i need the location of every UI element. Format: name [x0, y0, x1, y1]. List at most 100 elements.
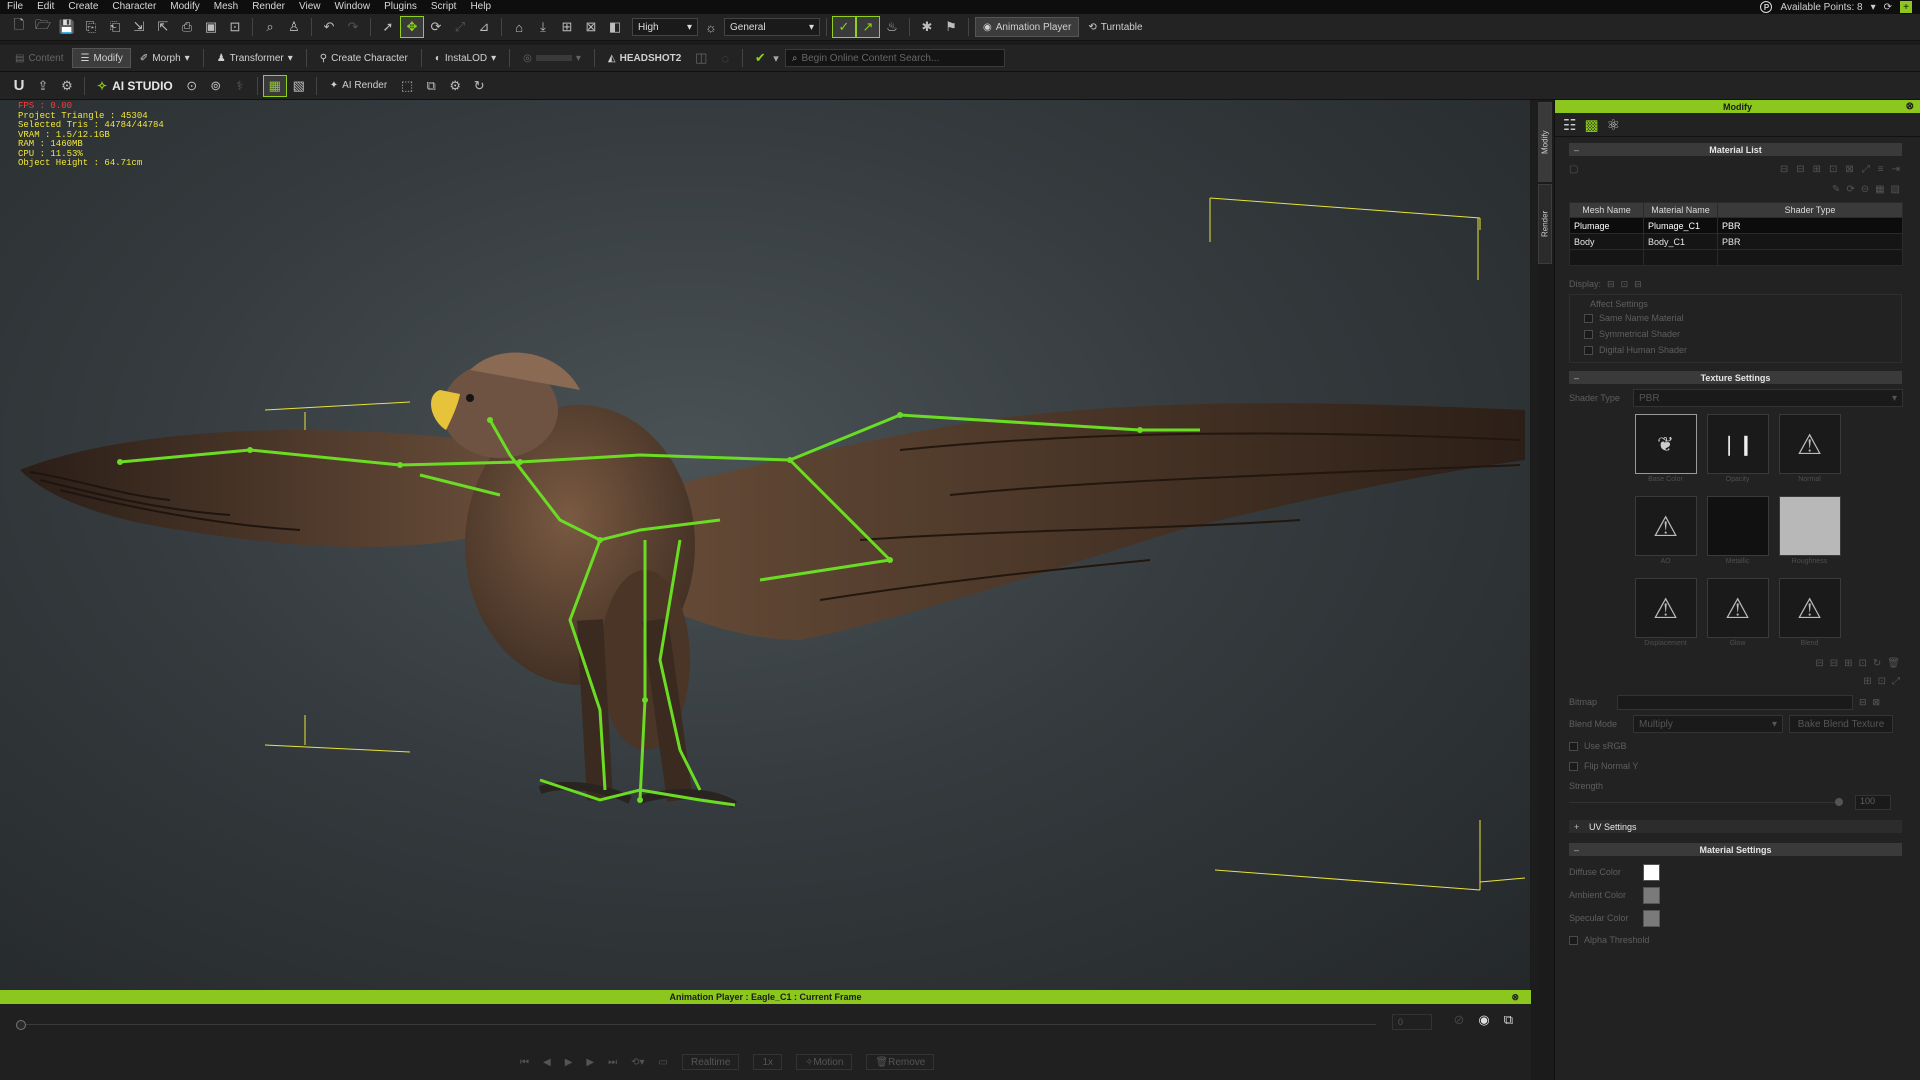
- plugin-icon[interactable]: ✔: [749, 48, 771, 68]
- strength-value[interactable]: 100: [1855, 794, 1891, 810]
- texture-slot-ao[interactable]: ⚠ AO: [1634, 496, 1697, 568]
- 3d-viewport[interactable]: FPS : 0.00 Project Triangle : 45304 Sele…: [0, 100, 1530, 990]
- texture-settings-icon[interactable]: ⊞: [1863, 676, 1871, 687]
- texture-slot-metallic[interactable]: Metallic: [1706, 496, 1769, 568]
- texture-channel-icon[interactable]: ⊡: [1878, 676, 1886, 687]
- texture-slot-displacement[interactable]: ⚠ Displacement: [1634, 578, 1697, 650]
- upload-icon[interactable]: ⇪: [32, 76, 54, 96]
- same-name-material-option[interactable]: Same Name Material: [1570, 310, 1901, 326]
- checkbox[interactable]: [1584, 345, 1593, 355]
- close-icon[interactable]: ⊗: [1511, 992, 1519, 1003]
- material-list-header[interactable]: – Material List: [1569, 143, 1902, 156]
- realtime-select[interactable]: Realtime: [681, 1054, 740, 1070]
- camera-icon[interactable]: ⊘: [1453, 1012, 1464, 1028]
- list-icon[interactable]: ≡: [1878, 164, 1884, 175]
- ai-tool-icon[interactable]: ⚕: [229, 76, 251, 96]
- render-video-icon[interactable]: ⧉: [420, 76, 442, 96]
- material-library-icon[interactable]: ▢: [1569, 164, 1578, 175]
- open-folder-icon[interactable]: 🗁: [32, 17, 54, 37]
- symmetrical-shader-option[interactable]: Symmetrical Shader: [1570, 326, 1901, 342]
- redo-icon[interactable]: ↷: [342, 17, 364, 37]
- texture-slot-normal[interactable]: ⚠ Normal: [1778, 414, 1841, 486]
- menu-render[interactable]: Render: [245, 0, 292, 14]
- menu-help[interactable]: Help: [463, 0, 498, 14]
- use-srgb-option[interactable]: Use sRGB: [1555, 738, 1920, 754]
- tab-modify[interactable]: Modify: [1538, 102, 1552, 182]
- new-file-icon[interactable]: 🗋: [8, 17, 30, 37]
- table-row[interactable]: Plumage Plumage_C1 PBR: [1569, 217, 1903, 234]
- render-image-icon[interactable]: ⬚: [396, 76, 418, 96]
- table-row[interactable]: Body Body_C1 PBR: [1569, 233, 1903, 250]
- render-refresh-icon[interactable]: ↻: [468, 76, 490, 96]
- timeline-scrubber[interactable]: [16, 1020, 26, 1030]
- display-dropdown-icon[interactable]: ⊟: [1607, 279, 1615, 290]
- create-character-button[interactable]: ⚲ Create Character: [313, 48, 415, 68]
- bitmap-field[interactable]: [1617, 694, 1853, 710]
- bitmap-load-icon[interactable]: ⊟: [1859, 697, 1867, 708]
- motion-capture-icon[interactable]: ⊚: [205, 76, 227, 96]
- export-obj-icon[interactable]: ⎙: [176, 17, 198, 37]
- specular-color-swatch[interactable]: [1643, 909, 1660, 927]
- ai-render-button[interactable]: ✦ AI Render: [323, 76, 394, 96]
- scale-gizmo-icon[interactable]: ⤢: [449, 17, 471, 37]
- flip-icon[interactable]: ⊞: [1844, 658, 1852, 669]
- eagle-model[interactable]: [0, 100, 1530, 990]
- checkbox[interactable]: [1569, 741, 1578, 751]
- metallic-texture-thumb[interactable]: [1706, 496, 1769, 556]
- save-icon[interactable]: 💾: [56, 17, 78, 37]
- render-settings-icon[interactable]: ⚙: [444, 76, 466, 96]
- grid-icon[interactable]: ⊠: [580, 17, 602, 37]
- menu-file[interactable]: File: [0, 0, 30, 14]
- menu-create[interactable]: Create: [61, 0, 105, 14]
- step-forward-icon[interactable]: ▶: [586, 1057, 594, 1068]
- expand-icon[interactable]: ⤢: [1862, 164, 1870, 175]
- substance-button[interactable]: ◎ ▾: [516, 48, 588, 68]
- blend-mode-select[interactable]: Multiply ▾: [1633, 715, 1783, 733]
- u-logo-icon[interactable]: U: [8, 77, 30, 94]
- menu-character[interactable]: Character: [105, 0, 163, 14]
- frame-input[interactable]: 0: [1392, 1014, 1432, 1030]
- texture-settings-header[interactable]: – Texture Settings: [1569, 371, 1902, 384]
- bitmap-clear-icon[interactable]: ⊠: [1873, 697, 1881, 708]
- edit-icon[interactable]: ✎: [1832, 184, 1840, 195]
- warning-icon[interactable]: ⚠: [1634, 578, 1697, 638]
- mode-select[interactable]: General ▾: [724, 18, 820, 36]
- smart-search-icon[interactable]: ⌕: [259, 17, 281, 37]
- ik-fk-icon[interactable]: ↗: [856, 16, 880, 38]
- modify-button[interactable]: ☰ Modify: [72, 48, 131, 68]
- speed-select[interactable]: 1x: [753, 1054, 782, 1070]
- close-icon[interactable]: ⊗: [1906, 101, 1914, 112]
- chevron-down-icon[interactable]: ▾: [773, 52, 779, 65]
- load-texture-icon[interactable]: ⊟: [1815, 658, 1823, 669]
- collapse-list-icon[interactable]: ⇥: [1892, 164, 1900, 175]
- link-icon[interactable]: ⊝: [1861, 184, 1869, 195]
- texture-slot-opacity[interactable]: ❘❙ Opacity: [1706, 414, 1769, 486]
- move-gizmo-icon[interactable]: ✥: [400, 16, 424, 38]
- record-icon[interactable]: ▭: [659, 1057, 668, 1068]
- drop-to-floor-icon[interactable]: ⤓: [532, 17, 554, 37]
- paste-material-icon[interactable]: ⊡: [1829, 164, 1837, 175]
- rotate-texture-icon[interactable]: ⊡: [1859, 658, 1867, 669]
- uv-settings-header[interactable]: + UV Settings: [1569, 820, 1902, 833]
- light-icon[interactable]: ☼: [700, 17, 722, 37]
- flag-icon[interactable]: ⚑: [940, 17, 962, 37]
- menu-view[interactable]: View: [292, 0, 328, 14]
- align-icon[interactable]: ⊞: [556, 17, 578, 37]
- load-material-icon[interactable]: ⊟: [1780, 164, 1788, 175]
- eye-icon[interactable]: ◉: [1478, 1012, 1489, 1028]
- feather-texture-thumb[interactable]: ❦: [1634, 414, 1697, 474]
- content-button[interactable]: ▤ Content: [8, 48, 70, 68]
- physics-tab-icon[interactable]: ⚛: [1607, 116, 1620, 134]
- add-icon[interactable]: +: [1900, 1, 1912, 13]
- menu-window[interactable]: Window: [328, 0, 378, 14]
- timeline-track[interactable]: [16, 1024, 1376, 1025]
- attributes-tab-icon[interactable]: ☷: [1563, 116, 1576, 134]
- face-capture-icon[interactable]: ⊙: [181, 76, 203, 96]
- material-settings-header[interactable]: – Material Settings: [1569, 843, 1902, 856]
- motion-button[interactable]: ✧ Motion: [796, 1054, 853, 1070]
- menu-modify[interactable]: Modify: [163, 0, 206, 14]
- opacity-texture-thumb[interactable]: ❘❙: [1706, 414, 1769, 474]
- play-icon[interactable]: ▶: [565, 1057, 573, 1068]
- home-view-icon[interactable]: ⌂: [508, 17, 530, 37]
- headshot-photo-icon[interactable]: ◌: [714, 48, 736, 68]
